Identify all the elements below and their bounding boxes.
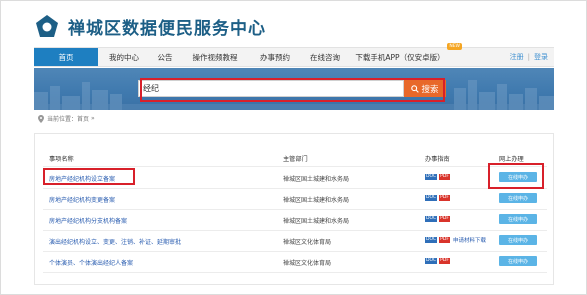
table-row-dept: 禅城区文化体育局 <box>283 239 332 246</box>
row-divider <box>43 209 547 210</box>
nav-item-announcements[interactable]: 公告 <box>150 48 180 66</box>
nav-item-appointment[interactable]: 办事预约 <box>250 48 300 66</box>
guide-downloads: DOC PDF <box>425 257 450 264</box>
nav-item-video-tutorials[interactable]: 操作视频教程 <box>180 48 250 66</box>
table-row-dept: 禅城区国土城建和水务局 <box>283 176 350 183</box>
pdf-icon[interactable]: PDF <box>439 237 450 243</box>
table-row-name[interactable]: 演出经纪机构设立、变更、注销、补证、延期审批 <box>49 237 181 246</box>
results-panel: 事项名称 主管部门 办事指南 网上办理 房地产经纪机构设立备案 禅城区国土城建和… <box>34 133 554 285</box>
col-header-name: 事项名称 <box>49 156 74 163</box>
col-header-dept: 主管部门 <box>283 156 308 163</box>
apply-online-button[interactable]: 在线申办 <box>499 214 537 224</box>
site-header: 禅城区数据便民服务中心 <box>34 8 266 44</box>
nav-item-download-app-label: 下载手机APP（仅安卓版） <box>355 52 445 62</box>
table-row-dept: 禅城区文化体育局 <box>283 260 332 267</box>
pdf-icon[interactable]: PDF <box>439 194 450 201</box>
doc-icon[interactable]: DOC <box>425 194 438 201</box>
row-divider <box>43 272 547 273</box>
guide-downloads: DOC PDF <box>425 215 450 222</box>
doc-icon[interactable]: DOC <box>425 215 438 222</box>
pdf-icon[interactable]: PDF <box>439 173 450 180</box>
guide-downloads: DOC PDF <box>425 173 450 180</box>
apply-online-button[interactable]: 在线申办 <box>499 193 537 203</box>
search-highlight-box <box>140 78 445 102</box>
apply-online-button[interactable]: 在线申办 <box>499 256 537 266</box>
row-divider <box>43 230 547 231</box>
row-highlight-box <box>43 168 135 185</box>
nav-item-online-consult[interactable]: 在线咨询 <box>300 48 350 66</box>
pdf-icon[interactable]: PDF <box>439 215 450 222</box>
row-divider <box>43 166 547 167</box>
guide-downloads: DOC PDF <box>425 194 450 201</box>
location-pin-icon <box>38 114 44 123</box>
table-row-dept: 禅城区国土城建和水务局 <box>283 218 350 225</box>
row-divider <box>43 251 547 252</box>
table-row-name[interactable]: 个体演员、个体演出经纪人备案 <box>49 258 133 267</box>
material-download-link[interactable]: 申请材料下载 <box>453 238 486 244</box>
doc-icon[interactable]: DOC <box>425 257 438 264</box>
guide-downloads: DOC PDF 申请材料下载 <box>425 236 486 244</box>
login-link[interactable]: 登录 <box>534 52 548 62</box>
table-row-name[interactable]: 房地产经纪机构变更备案 <box>49 195 115 204</box>
auth-links: 注册 | 登录 <box>510 48 548 66</box>
doc-icon[interactable]: DOC <box>425 237 438 243</box>
pdf-icon[interactable]: PDF <box>439 257 450 264</box>
nav-item-download-app[interactable]: 下载手机APP（仅安卓版） NEW <box>350 43 462 66</box>
nav-item-my-center[interactable]: 我的中心 <box>98 48 150 66</box>
auth-separator: | <box>527 53 530 61</box>
site-title: 禅城区数据便民服务中心 <box>68 18 266 39</box>
apply-highlight-box <box>488 163 544 189</box>
breadcrumb: 当前位置： 首页 » <box>38 114 95 123</box>
row-divider <box>43 188 547 189</box>
breadcrumb-home[interactable]: 首页 <box>77 114 89 123</box>
register-link[interactable]: 注册 <box>510 52 524 62</box>
breadcrumb-prefix: 当前位置： <box>47 116 78 123</box>
apply-online-button[interactable]: 在线申办 <box>499 235 537 245</box>
main-nav: 首页 我的中心 公告 操作视频教程 办事预约 在线咨询 下载手机APP（仅安卓版… <box>34 43 554 67</box>
breadcrumb-arrow: » <box>91 115 95 122</box>
table-row-name[interactable]: 房地产经纪机构分支机构备案 <box>49 216 127 225</box>
nav-item-home[interactable]: 首页 <box>34 48 98 66</box>
new-badge: NEW <box>447 43 462 50</box>
col-header-guide: 办事指南 <box>425 156 450 163</box>
col-header-apply: 网上办理 <box>499 156 524 163</box>
pentagon-logo-icon[interactable] <box>34 13 60 39</box>
table-row-dept: 禅城区国土城建和水务局 <box>283 197 350 204</box>
doc-icon[interactable]: DOC <box>425 173 438 180</box>
